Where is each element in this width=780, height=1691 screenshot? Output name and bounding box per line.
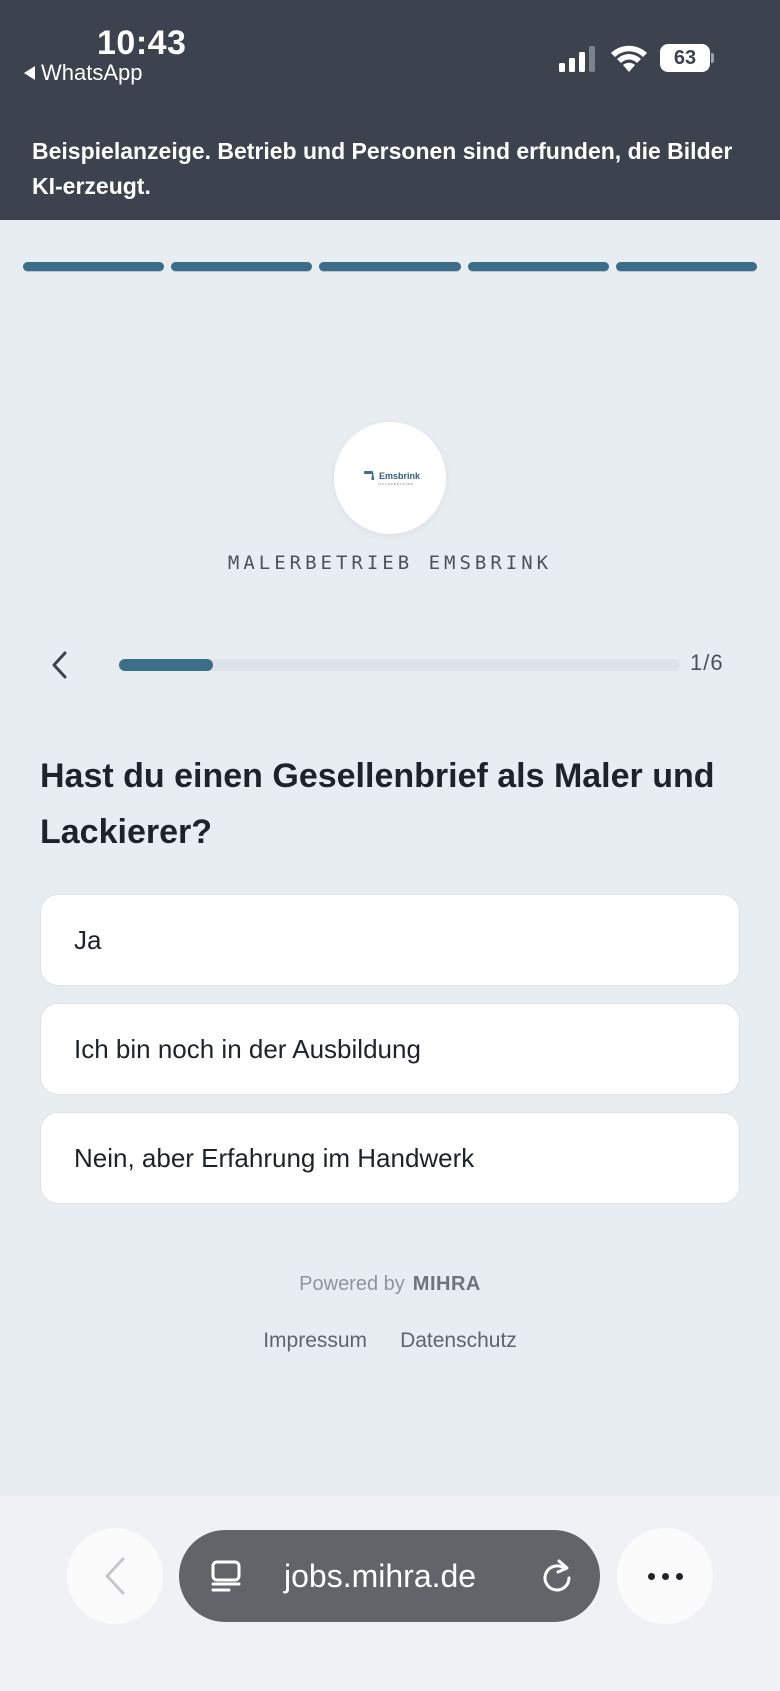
battery-level: 63 — [673, 46, 697, 69]
step-segment — [319, 262, 461, 271]
company-name: MALERBETRIEB EMSBRINK — [227, 552, 553, 574]
answer-option-ja[interactable]: Ja — [40, 894, 740, 986]
cellular-signal-icon — [559, 46, 595, 72]
logo-name: Emsbrink — [378, 470, 420, 481]
answer-label: Nein, aber Erfahrung im Handwerk — [74, 1142, 475, 1173]
powered-by: Powered by MIHRA — [0, 1273, 780, 1296]
impressum-link[interactable]: Impressum — [263, 1329, 367, 1353]
more-icon — [647, 1572, 655, 1580]
more-button[interactable] — [617, 1528, 713, 1624]
battery-icon: 63 — [660, 44, 714, 72]
question-counter: 1/6 — [690, 650, 724, 675]
question-progress-bar — [119, 659, 680, 671]
address-bar[interactable]: jobs.mihra.de — [179, 1530, 600, 1622]
powered-by-brand[interactable]: MIHRA — [413, 1273, 481, 1295]
powered-by-label: Powered by — [299, 1273, 405, 1295]
chevron-left-icon — [52, 651, 67, 679]
question-progress-fill — [119, 659, 213, 671]
question-title: Hast du einen Gesellenbrief als Maler un… — [40, 757, 715, 851]
answer-option-erfahrung[interactable]: Nein, aber Erfahrung im Handwerk — [40, 1112, 740, 1204]
wifi-icon — [611, 45, 647, 72]
step-segment — [467, 262, 609, 271]
back-arrow-icon — [24, 66, 35, 80]
reader-icon[interactable] — [209, 1558, 245, 1594]
url-text: jobs.mihra.de — [284, 1557, 477, 1594]
answer-label: Ich bin noch in der Ausbildung — [74, 1033, 421, 1064]
disclaimer-text: Beispielanzeige. Betrieb und Personen si… — [32, 138, 733, 199]
company-logo: Emsbrink MALERBETRIEB — [334, 422, 446, 534]
footer-links: Impressum Datenschutz — [0, 1329, 780, 1353]
answer-label: Ja — [74, 924, 102, 955]
step-segment — [615, 262, 758, 271]
step-segment — [171, 262, 313, 271]
back-to-app-link[interactable]: WhatsApp — [24, 60, 143, 86]
chevron-left-icon — [105, 1557, 125, 1595]
browser-back-button[interactable] — [67, 1528, 163, 1624]
step-segment — [23, 262, 165, 271]
step-indicator — [23, 262, 758, 271]
logo-subtitle: MALERBETRIEB — [378, 481, 414, 486]
previous-question-button[interactable] — [44, 646, 74, 684]
answer-option-ausbildung[interactable]: Ich bin noch in der Ausbildung — [40, 1003, 740, 1095]
status-time: 10:43 — [97, 24, 187, 62]
datenschutz-link[interactable]: Datenschutz — [400, 1329, 517, 1353]
reload-icon[interactable] — [539, 1557, 575, 1595]
paint-roller-icon — [363, 471, 374, 480]
back-app-label: WhatsApp — [41, 60, 143, 85]
